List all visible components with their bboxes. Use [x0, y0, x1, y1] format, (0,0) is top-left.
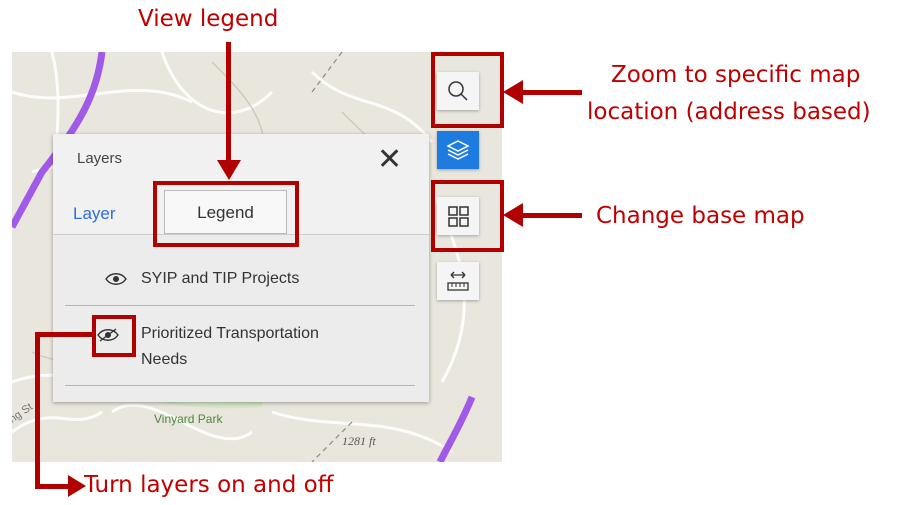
- highlight-search: [431, 52, 504, 128]
- arrow-basemap-head: [503, 203, 523, 227]
- annotation-turn-layers: Turn layers on and off: [84, 472, 334, 498]
- layers-button[interactable]: [437, 131, 479, 169]
- annotation-zoom-line2: location (address based): [587, 99, 871, 125]
- arrow-layers-head: [68, 475, 86, 497]
- annotation-zoom-line1: Zoom to specific map: [611, 62, 861, 88]
- tab-layer[interactable]: Layer: [73, 204, 116, 224]
- arrow-layers-h-bottom: [35, 484, 72, 489]
- eye-icon[interactable]: [105, 272, 127, 286]
- arrow-layers-h-top: [35, 332, 92, 337]
- highlight-legend-tab: [153, 181, 299, 247]
- arrow-layers-vertical: [35, 332, 40, 489]
- layers-icon: [446, 140, 470, 160]
- annotation-view-legend: View legend: [138, 6, 279, 32]
- elevation-label: 1281 ft: [342, 434, 376, 448]
- highlight-basemap: [431, 180, 504, 252]
- close-icon[interactable]: ✕: [377, 140, 402, 180]
- arrow-view-legend-line: [226, 42, 231, 162]
- layer-separator: [65, 385, 415, 386]
- layers-panel: Layers ✕ Layer Legend SYIP and TIP Proje…: [53, 134, 429, 402]
- arrow-zoom-head: [503, 80, 523, 104]
- park-label: Vinyard Park: [154, 412, 223, 426]
- arrow-basemap-line: [520, 213, 582, 218]
- measure-button[interactable]: [437, 262, 479, 300]
- arrow-zoom-line: [520, 90, 582, 95]
- arrow-view-legend-head: [217, 160, 241, 180]
- highlight-eye-toggle: [92, 315, 136, 357]
- layer-item-label: Prioritized Transportation: [141, 325, 319, 342]
- panel-title: Layers: [77, 150, 123, 167]
- layer-separator: [65, 305, 415, 306]
- layer-item-label-cont: Needs: [141, 351, 188, 368]
- annotation-change-base: Change base map: [596, 203, 805, 229]
- layer-item-label: SYIP and TIP Projects: [141, 270, 300, 287]
- measure-icon: [447, 271, 469, 291]
